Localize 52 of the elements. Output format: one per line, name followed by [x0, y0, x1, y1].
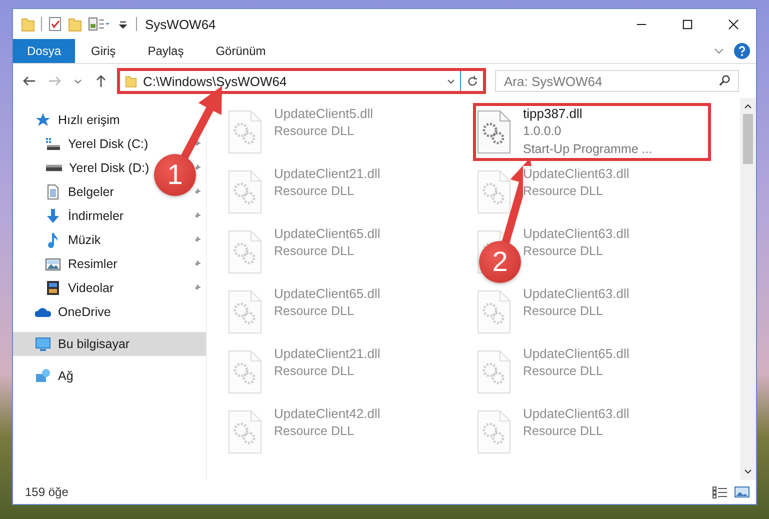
gear-file-icon [228, 290, 262, 334]
film-strip-icon [45, 280, 61, 296]
gear-file-icon [228, 410, 262, 454]
ribbon-tab[interactable]: Görünüm [200, 39, 282, 63]
gear-file-icon [228, 230, 262, 274]
sidebar-item[interactable]: İndirmeler [13, 204, 130, 228]
gear-file-icon [477, 410, 511, 454]
checklist-icon[interactable] [48, 16, 62, 32]
ribbon-tab[interactable]: Paylaş [132, 39, 200, 63]
sidebar-item[interactable]: Müzik [13, 228, 107, 252]
sidebar-item[interactable]: Hızlı erişim [13, 108, 126, 132]
document-icon [45, 184, 61, 200]
drive-icon [45, 136, 61, 152]
large-icons-view-icon[interactable] [734, 485, 750, 499]
sidebar-item[interactable]: Yerel Disk (D:) [13, 156, 156, 180]
gear-file-icon [477, 110, 511, 154]
monitor-icon [35, 336, 51, 352]
sidebar-item[interactable]: OneDrive [13, 300, 117, 324]
sidebar-item[interactable]: Resimler [13, 252, 124, 276]
gear-file-icon [477, 290, 511, 334]
picture-frame-icon [45, 256, 61, 272]
scrollbar[interactable] [740, 98, 756, 480]
file-tile[interactable]: tipp387.dll 1.0.0.0 Start-Up Programme ... [473, 103, 711, 161]
sidebar-item[interactable]: Ağ [13, 364, 80, 388]
star-icon [35, 112, 51, 128]
gear-file-icon [477, 170, 511, 214]
ribbon-tab[interactable]: Giriş [75, 39, 132, 63]
gear-file-icon [228, 110, 262, 154]
network-icon [35, 368, 51, 384]
download-arrow-icon [45, 208, 61, 224]
sidebar-item[interactable]: Belgeler [13, 180, 120, 204]
properties-icon[interactable] [88, 16, 110, 32]
gear-file-icon [228, 170, 262, 214]
item-count: 159 öğe [25, 485, 68, 499]
maximize-icon [682, 18, 692, 30]
gear-file-icon [228, 350, 262, 394]
details-view-icon[interactable] [712, 485, 728, 499]
sidebar-item[interactable]: Yerel Disk (C:) [13, 132, 154, 156]
help-icon[interactable] [734, 43, 750, 59]
search-icon[interactable] [718, 74, 731, 87]
close-icon [728, 18, 738, 30]
refresh-icon[interactable] [466, 74, 478, 88]
expand-ribbon-icon[interactable] [714, 46, 724, 56]
search-field[interactable]: Ara: SysWOW64 [495, 70, 739, 92]
scrollbar-thumb[interactable] [743, 114, 753, 164]
address-bar[interactable]: C:\Windows\SysWOW64 [117, 68, 486, 94]
sidebar-item[interactable]: Bu bilgisayar [13, 332, 206, 356]
sidebar-item[interactable]: Videolar [13, 276, 120, 300]
ribbon-tab[interactable]: Dosya [13, 39, 76, 63]
window-title: SysWOW64 [145, 16, 216, 32]
folder-icon [125, 74, 137, 88]
gear-file-icon [477, 350, 511, 394]
